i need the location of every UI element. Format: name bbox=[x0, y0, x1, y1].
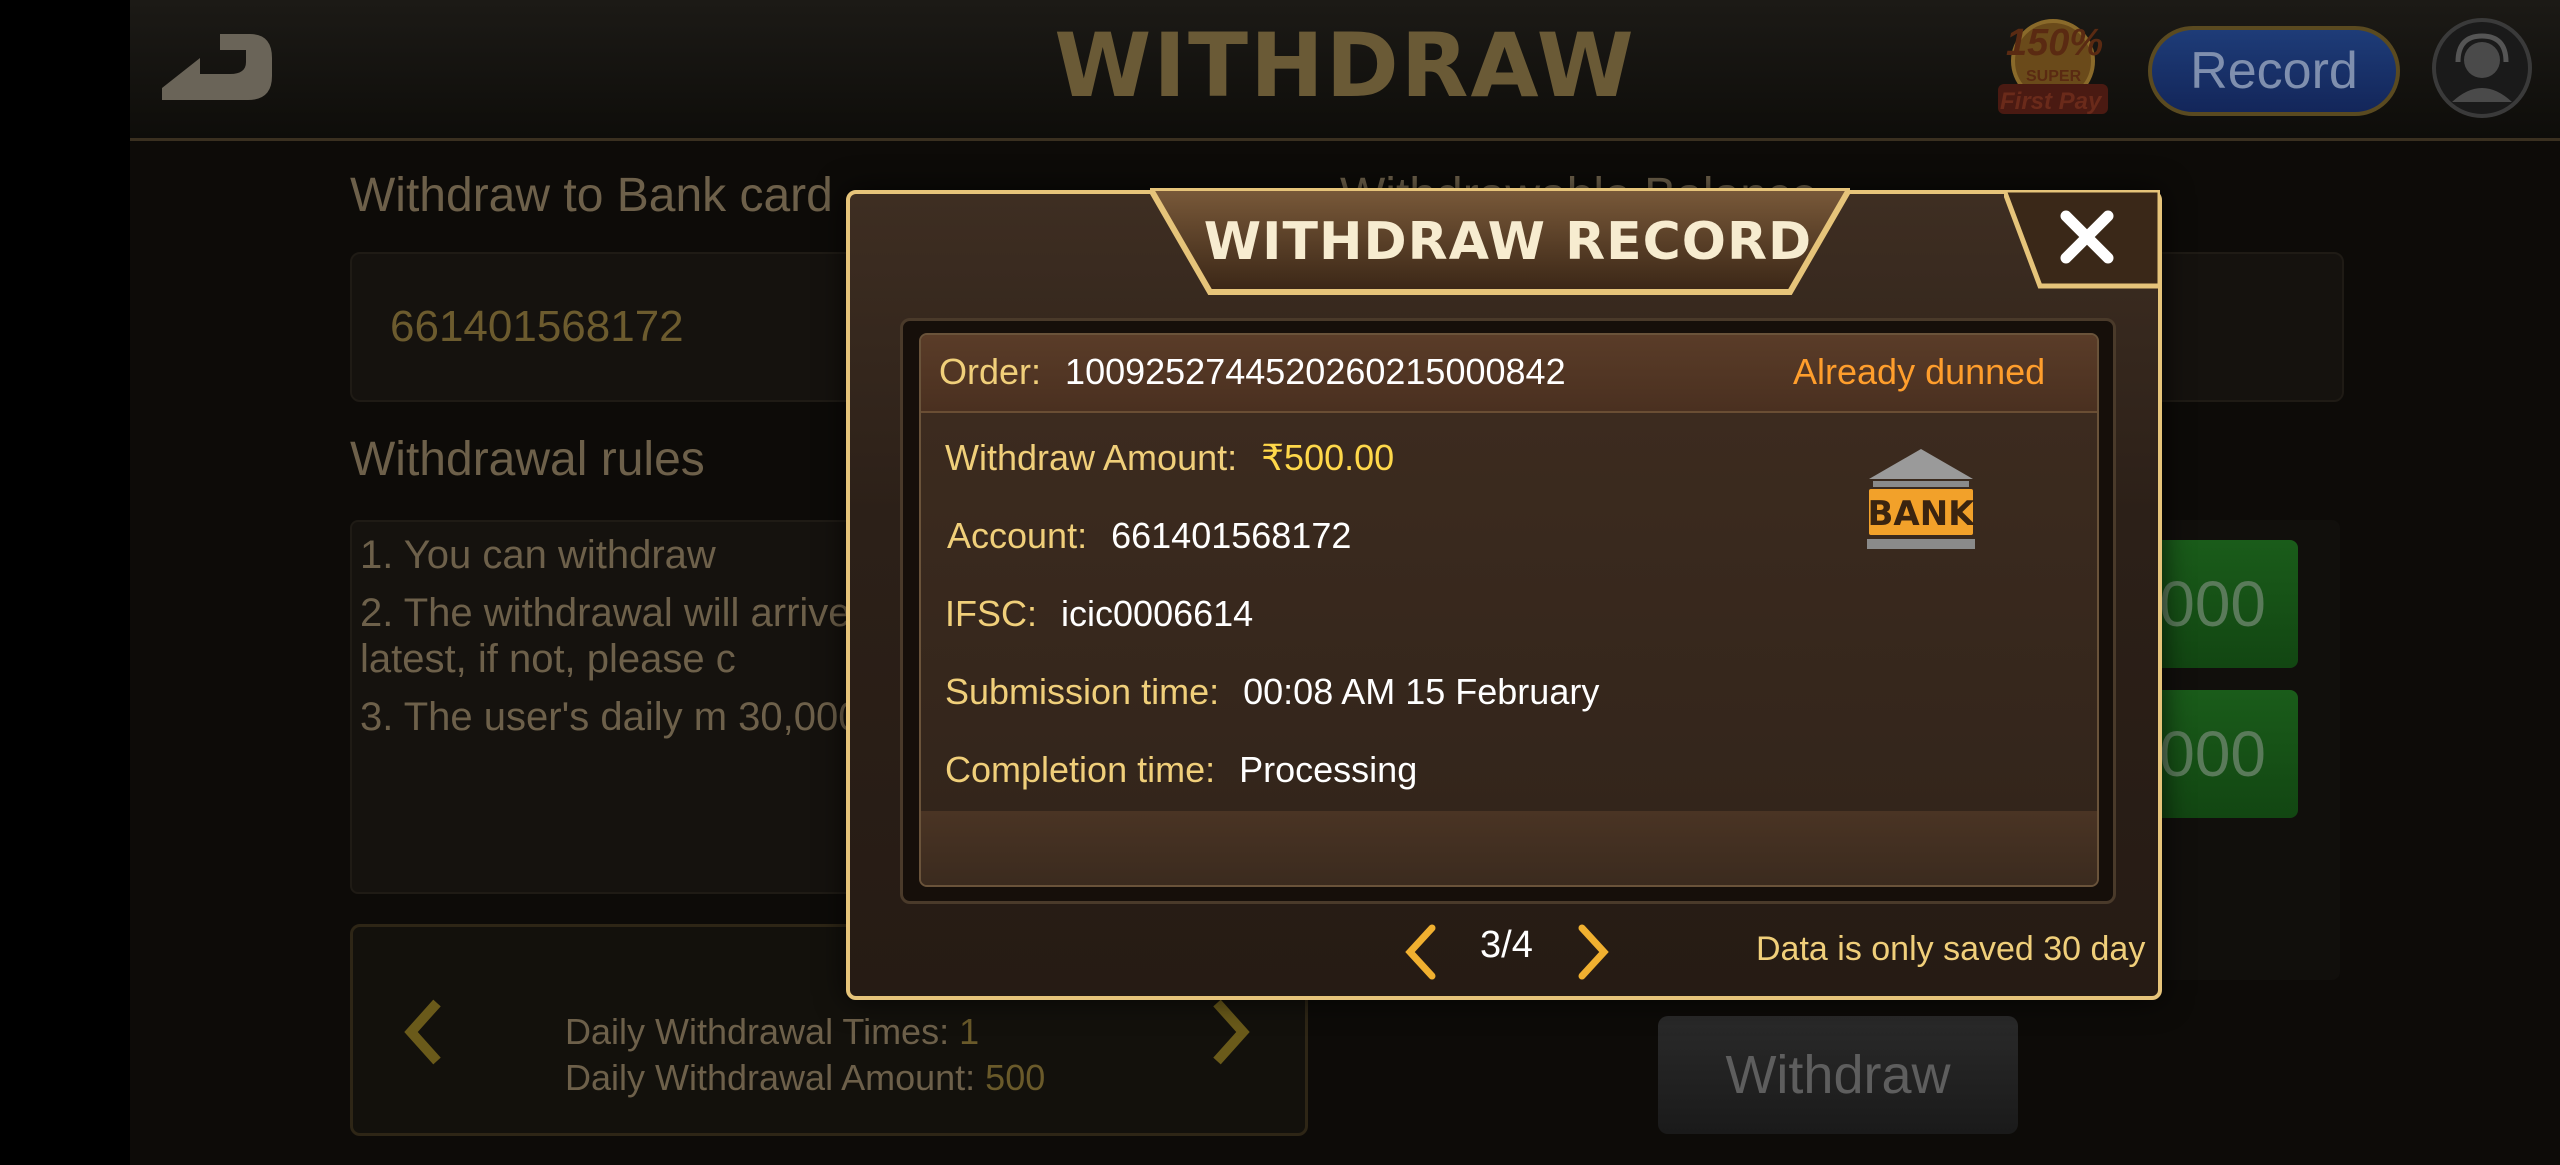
account-value: 661401568172 bbox=[1111, 515, 1352, 556]
bank-account-value: 661401568172 bbox=[390, 302, 684, 351]
chevron-left-icon[interactable] bbox=[403, 999, 443, 1065]
withdraw-to-label: Withdraw to Bank card bbox=[350, 169, 833, 222]
rules-title: Withdrawal rules bbox=[350, 433, 705, 486]
daily-times-label: Daily Withdrawal Times: bbox=[565, 1011, 950, 1052]
top-bar: WITHDRAW 150% SUPER First Pay Record bbox=[130, 0, 2560, 141]
submission-row: Submission time: 00:08 AM 15 February bbox=[945, 671, 1599, 713]
ifsc-row: IFSC: icic0006614 bbox=[945, 593, 1253, 635]
withdraw-screen: WITHDRAW 150% SUPER First Pay Record Wit… bbox=[130, 0, 2560, 1165]
ifsc-value: icic0006614 bbox=[1061, 593, 1254, 634]
status-badge: Already dunned bbox=[1793, 351, 2046, 392]
order-number-suffix: 2 bbox=[1545, 351, 1566, 392]
order-number: 100925274452026021500084 bbox=[1065, 351, 1546, 392]
close-icon[interactable] bbox=[2004, 190, 2160, 290]
amount-value: ₹500.00 bbox=[1261, 437, 1395, 478]
order-row: Order: 1009252744520260215000842 bbox=[939, 351, 1566, 393]
headset-icon bbox=[2452, 33, 2512, 102]
daily-amount-row: Daily Withdrawal Amount: 500 bbox=[565, 1057, 1045, 1099]
amount-label: Withdraw Amount: bbox=[945, 437, 1238, 478]
pagination: 3/4 Data is only saved 30 day bbox=[850, 924, 2166, 984]
amount-row: Withdraw Amount: ₹500.00 bbox=[945, 437, 1394, 479]
withdraw-record-modal: WITHDRAW RECORD Order: 10092527445202602… bbox=[846, 188, 2162, 1000]
promo-label: First Pay bbox=[2000, 88, 2102, 115]
record-button[interactable]: Record bbox=[2148, 26, 2400, 116]
first-pay-promo-badge[interactable]: 150% SUPER First Pay bbox=[1998, 16, 2108, 116]
account-label: Account: bbox=[947, 515, 1088, 556]
order-bar: Order: 1009252744520260215000842 Already… bbox=[921, 335, 2097, 413]
bank-icon: BANK bbox=[1867, 449, 1976, 549]
daily-times-value: 1 bbox=[959, 1011, 980, 1052]
chevron-right-icon[interactable] bbox=[1211, 999, 1251, 1065]
completion-row: Completion time: Processing bbox=[945, 749, 1417, 791]
prev-page-icon[interactable] bbox=[1402, 924, 1438, 980]
submission-value: 00:08 AM 15 February bbox=[1243, 671, 1600, 712]
retention-note: Data is only saved 30 day bbox=[1756, 930, 2146, 968]
daily-times-row: Daily Withdrawal Times: 1 bbox=[565, 1011, 979, 1053]
page-indicator: 3/4 bbox=[1480, 924, 1533, 966]
record-footer bbox=[921, 811, 2097, 885]
completion-label: Completion time: bbox=[945, 749, 1216, 790]
account-row: Account: 661401568172 bbox=[947, 515, 1351, 557]
daily-amount-value: 500 bbox=[985, 1057, 1046, 1098]
completion-value: Processing bbox=[1239, 749, 1418, 790]
bank-icon-text: BANK bbox=[1867, 494, 1976, 534]
record-card: Order: 1009252744520260215000842 Already… bbox=[919, 333, 2099, 887]
daily-amount-label: Daily Withdrawal Amount: bbox=[565, 1057, 976, 1098]
withdraw-button[interactable]: Withdraw bbox=[1658, 1016, 2018, 1134]
next-page-icon[interactable] bbox=[1576, 924, 1612, 980]
modal-title: WITHDRAW RECORD bbox=[1203, 212, 1813, 272]
ifsc-label: IFSC: bbox=[945, 593, 1038, 634]
promo-percent: 150% bbox=[2006, 22, 2104, 64]
record-list: Order: 1009252744520260215000842 Already… bbox=[900, 318, 2116, 904]
submission-label: Submission time: bbox=[945, 671, 1220, 712]
customer-service-avatar[interactable] bbox=[2432, 18, 2532, 118]
order-label: Order: bbox=[939, 351, 1042, 392]
promo-super: SUPER bbox=[2026, 68, 2082, 85]
